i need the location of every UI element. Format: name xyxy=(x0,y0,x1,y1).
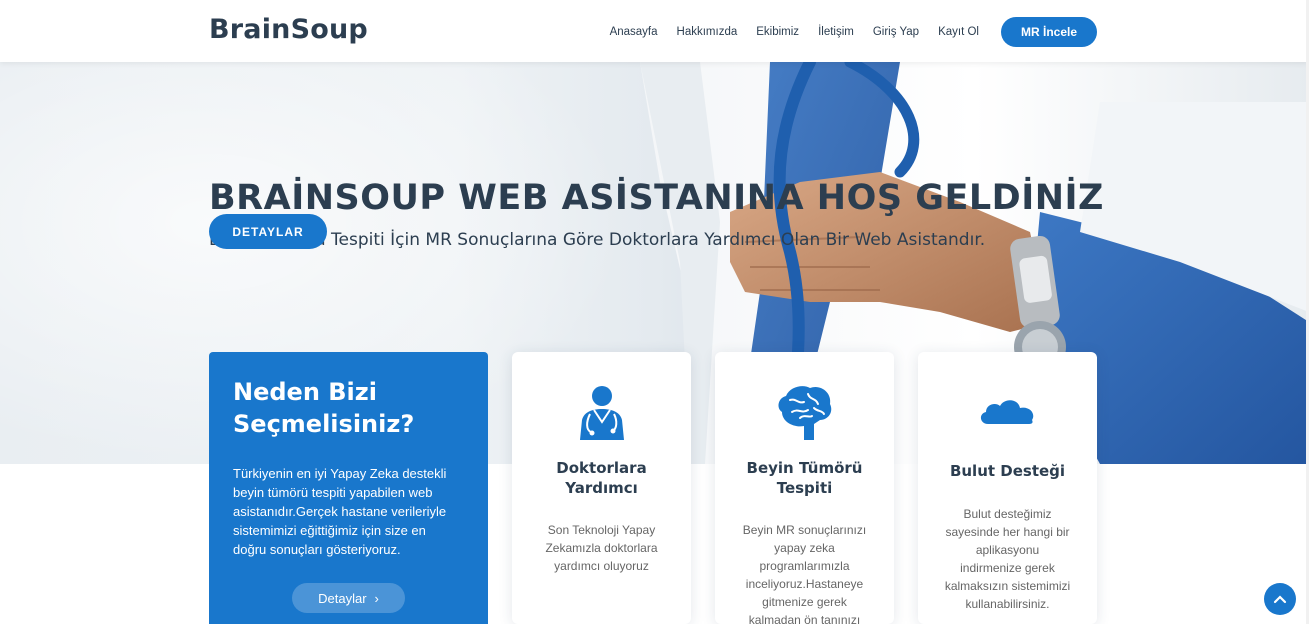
why-text: Türkiyenin en iyi Yapay Zeka destekli be… xyxy=(233,466,447,557)
mr-review-button[interactable]: MR İncele xyxy=(1000,17,1097,47)
card-title: Bulut Desteği xyxy=(949,462,1066,480)
why-choose-us-box: Neden Bizi Seçmelisiniz? Türkiyenin en i… xyxy=(209,352,488,624)
nav-link-contact[interactable]: İletişim xyxy=(818,26,854,38)
nav-link-home[interactable]: Anasayfa xyxy=(610,26,658,38)
back-to-top-button[interactable] xyxy=(1264,583,1296,615)
card-text: Bulut desteğimiz sayesinde her hangi bir… xyxy=(944,507,1071,611)
why-title: Neden Bizi Seçmelisiniz? xyxy=(233,378,415,438)
hero-title: BRAİNSOUP WEB ASİSTANINA HOŞ GELDİNİZ xyxy=(209,178,1104,218)
site-header: BrainSoup Anasayfa Hakkımızda Ekibimiz İ… xyxy=(0,0,1309,62)
why-details-label: Detaylar xyxy=(318,590,367,606)
nav-link-about[interactable]: Hakkımızda xyxy=(677,26,738,38)
card-title: Doktorlara Yardımcı xyxy=(556,459,647,497)
why-details-button[interactable]: Detaylar › xyxy=(292,583,405,613)
feature-card-cloud: Bulut Desteği Bulut desteğimiz sayesinde… xyxy=(918,352,1097,624)
nav-link-login[interactable]: Giriş Yap xyxy=(873,26,919,38)
nav-link-team[interactable]: Ekibimiz xyxy=(756,26,799,38)
brain-icon xyxy=(715,382,894,442)
details-button[interactable]: DETAYLAR xyxy=(209,214,327,249)
cloud-icon xyxy=(918,396,1097,426)
site-logo[interactable]: BrainSoup xyxy=(209,14,368,45)
feature-card-brain-tumor: Beyin Tümörü Tespiti Beyin MR sonuçların… xyxy=(715,352,894,624)
card-text: Beyin MR sonuçlarınızı yapay zeka progra… xyxy=(742,523,867,624)
feature-card-doctors: Doktorlara Yardımcı Son Teknoloji Yapay … xyxy=(512,352,691,624)
card-title: Beyin Tümörü Tespiti xyxy=(746,459,863,497)
main-nav: Anasayfa Hakkımızda Ekibimiz İletişim Gi… xyxy=(591,17,1097,47)
chevron-up-icon xyxy=(1273,595,1287,604)
doctor-icon xyxy=(512,382,691,442)
chevron-right-icon: › xyxy=(374,590,379,606)
card-text: Son Teknoloji Yapay Zekamızla doktorlara… xyxy=(545,523,658,573)
nav-link-register[interactable]: Kayıt Ol xyxy=(938,26,979,38)
